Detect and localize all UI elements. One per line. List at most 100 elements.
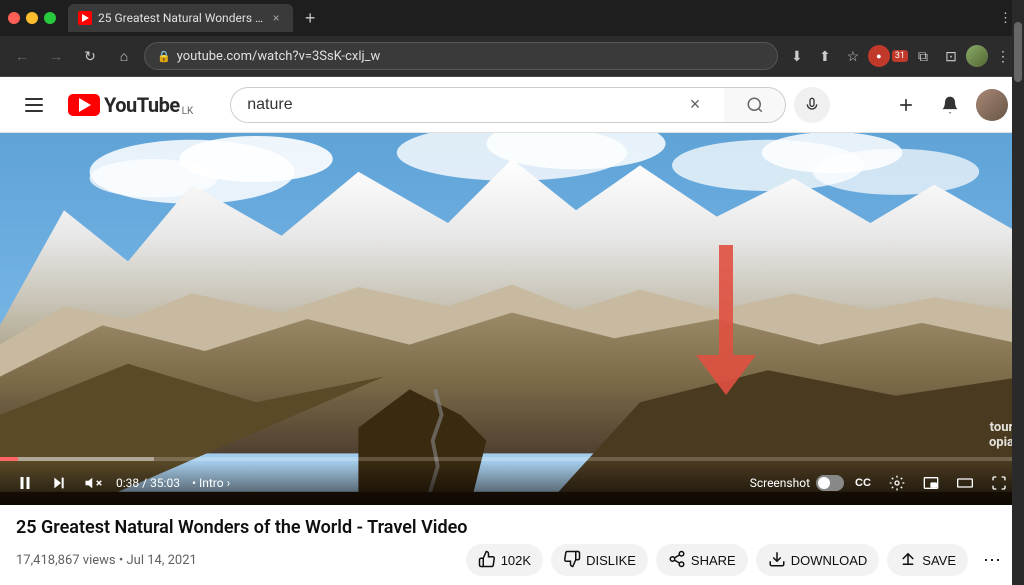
current-time: 0:38 / 35:03 (116, 476, 180, 490)
dislike-label: DISLIKE (586, 553, 636, 568)
youtube-header-right (888, 87, 1008, 123)
mute-button[interactable] (78, 468, 108, 498)
forward-button[interactable]: → (42, 42, 70, 70)
back-button[interactable]: ← (8, 42, 36, 70)
home-button[interactable]: ⌂ (110, 42, 138, 70)
youtube-logo[interactable]: YouTube LK (68, 93, 193, 117)
user-account-button[interactable] (976, 89, 1008, 121)
watermark-line2: opia (989, 435, 1014, 451)
settings-icon (889, 475, 905, 491)
play-pause-button[interactable] (10, 468, 40, 498)
hamburger-line (25, 110, 43, 112)
video-actions: 102K DISLIKE (466, 544, 1008, 576)
search-bar[interactable]: × (230, 87, 724, 123)
video-player[interactable]: tour opia (0, 133, 1024, 505)
miniplayer-icon (923, 475, 939, 491)
address-bar[interactable]: 🔒 youtube.com/watch?v=3SsK-cxlj_w (144, 42, 778, 70)
thumbs-down-icon (563, 550, 581, 571)
share-button[interactable]: SHARE (656, 544, 748, 576)
menu-button[interactable] (16, 87, 52, 123)
profile-initial: ● (876, 51, 881, 62)
search-icon (746, 96, 764, 114)
microphone-icon (804, 97, 820, 113)
watermark-line1: tour (989, 420, 1014, 436)
pause-icon (16, 474, 34, 492)
thumbs-up-icon (478, 550, 496, 571)
fullscreen-icon (991, 475, 1007, 491)
window-minimize-button[interactable] (26, 12, 38, 24)
download-icon (768, 550, 786, 571)
tab-bar: 25 Greatest Natural Wonders … × + ⋮ (0, 0, 1024, 36)
video-content-area: tour opia (0, 133, 1024, 585)
youtube-app: YouTube LK × (0, 77, 1024, 585)
youtube-play-icon (79, 98, 91, 112)
share-label: SHARE (691, 553, 736, 568)
browser-user-avatar[interactable] (966, 45, 988, 67)
video-watermark: tour opia (989, 420, 1014, 451)
tab-close-button[interactable]: × (269, 11, 283, 25)
create-icon (896, 95, 916, 115)
active-tab[interactable]: 25 Greatest Natural Wonders … × (68, 4, 293, 32)
next-icon (51, 475, 67, 491)
browser-scrollbar[interactable] (1012, 0, 1024, 585)
share-icon[interactable]: ⬆ (812, 43, 838, 69)
theater-mode-button[interactable] (950, 468, 980, 498)
extension-count-badge: 31 (892, 50, 908, 62)
window-close-button[interactable] (8, 12, 20, 24)
hamburger-line (25, 98, 43, 100)
share-icon (668, 550, 686, 571)
download-button[interactable]: DOWNLOAD (756, 544, 880, 576)
lock-icon: 🔒 (157, 50, 171, 63)
window-maximize-button[interactable] (44, 12, 56, 24)
settings-button[interactable] (882, 468, 912, 498)
dislike-button[interactable]: DISLIKE (551, 544, 648, 576)
theater-icon (957, 475, 973, 491)
tab-favicon (78, 11, 92, 25)
bookmark-star-icon[interactable]: ☆ (840, 43, 866, 69)
extensions-icon[interactable]: ⧉ (910, 43, 936, 69)
chapter-label: • Intro › (192, 476, 230, 490)
extension-controls: ⋮ (999, 11, 1012, 26)
voice-search-button[interactable] (794, 87, 830, 123)
video-frame (0, 133, 1024, 505)
youtube-wordmark: YouTube (104, 93, 180, 117)
search-submit-button[interactable] (724, 87, 786, 123)
browser-chrome: 25 Greatest Natural Wonders … × + ⋮ ← → … (0, 0, 1024, 77)
tab-manager-icon[interactable]: ⊡ (938, 43, 964, 69)
miniplayer-button[interactable] (916, 468, 946, 498)
new-tab-button[interactable]: + (297, 5, 323, 31)
save-label: SAVE (922, 553, 956, 568)
more-options-button[interactable]: ⋯ (976, 544, 1008, 576)
url-text: youtube.com/watch?v=3SsK-cxlj_w (177, 49, 765, 64)
subtitles-button[interactable]: CC (848, 468, 878, 498)
like-button[interactable]: 102K (466, 544, 543, 576)
refresh-button[interactable]: ↻ (76, 42, 104, 70)
window-controls (8, 12, 56, 24)
volume-mute-icon (84, 474, 102, 492)
browser-toolbar-right: ⬇ ⬆ ☆ ● 31 ⧉ ⊡ ⋮ (784, 43, 1016, 69)
search-input[interactable] (247, 96, 681, 114)
youtube-country-badge: LK (182, 106, 194, 117)
scrollbar-thumb[interactable] (1014, 22, 1022, 82)
video-info: 25 Greatest Natural Wonders of the World… (0, 505, 1024, 585)
download-label: DOWNLOAD (791, 553, 868, 568)
download-icon[interactable]: ⬇ (784, 43, 810, 69)
hamburger-line (25, 104, 43, 106)
next-button[interactable] (44, 468, 74, 498)
save-icon (899, 550, 917, 571)
video-title: 25 Greatest Natural Wonders of the World… (16, 517, 1008, 538)
player-controls: 0:38 / 35:03 • Intro › Screenshot CC (0, 461, 1024, 505)
browser-profile-badge: ● (868, 45, 890, 67)
video-stats: 17,418,867 views • Jul 14, 2021 (16, 553, 466, 568)
video-meta: 17,418,867 views • Jul 14, 2021 (16, 544, 1008, 576)
notifications-button[interactable] (932, 87, 968, 123)
save-button[interactable]: SAVE (887, 544, 968, 576)
tab-title: 25 Greatest Natural Wonders … (98, 11, 263, 25)
like-count: 102K (501, 553, 531, 568)
screenshot-toggle[interactable] (816, 475, 844, 491)
youtube-logo-icon (68, 94, 100, 116)
fullscreen-button[interactable] (984, 468, 1014, 498)
bell-icon (940, 95, 960, 115)
create-button[interactable] (888, 87, 924, 123)
search-clear-button[interactable]: × (682, 94, 709, 115)
